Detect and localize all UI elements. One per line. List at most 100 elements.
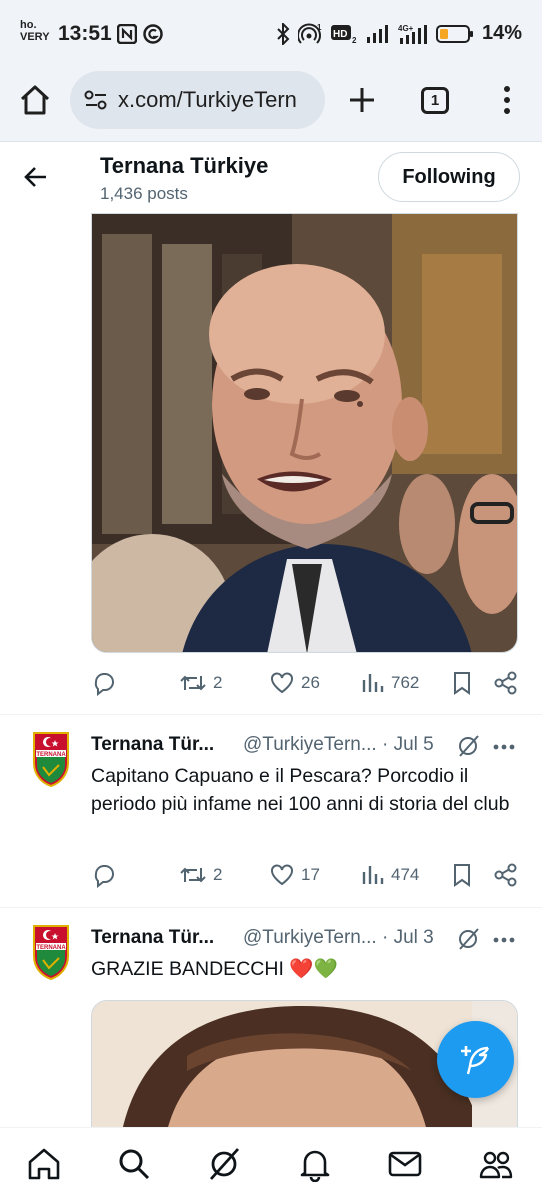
like-icon	[271, 672, 293, 694]
tweet-actions: 2 17 474	[91, 862, 521, 892]
date-separator: ·	[381, 927, 389, 948]
views-button[interactable]: 762	[361, 670, 419, 696]
battery-percentage: 14%	[481, 22, 522, 44]
status-bar: ho. VERY 13:51 1 HD 2 4G+ 14%	[0, 0, 542, 64]
reply-icon	[94, 865, 114, 888]
url-text[interactable]: x.com/TurkiyeTern	[118, 87, 297, 113]
notifications-icon[interactable]	[297, 1146, 333, 1182]
battery-icon	[435, 24, 473, 43]
tweet-header: Ternana Tür... @TurkiyeTern... · Jul 5	[91, 734, 521, 760]
retweet-count: 2	[213, 865, 223, 884]
more-options-icon[interactable]	[493, 744, 515, 750]
messages-icon[interactable]	[387, 1146, 423, 1182]
svg-text:1: 1	[317, 23, 322, 32]
reply-icon	[94, 673, 114, 696]
profile-name: Ternana Türkiye	[100, 153, 269, 178]
views-icon	[362, 674, 384, 692]
svg-text:4G+: 4G+	[398, 24, 414, 33]
share-icon	[494, 671, 517, 695]
tweet-text: GRAZIE BANDECCHI ❤️💚	[91, 958, 338, 980]
post-count: 1,436 posts	[100, 184, 188, 203]
svg-text:HD: HD	[333, 29, 347, 40]
system-icons: 1 HD 2 4G+ 14%	[276, 22, 522, 45]
retweet-button[interactable]: 2	[179, 862, 222, 888]
tweet-photo[interactable]	[91, 213, 518, 653]
view-count: 474	[391, 865, 420, 884]
author-name[interactable]: Ternana Tür...	[91, 734, 214, 756]
like-button[interactable]: 26	[269, 670, 320, 696]
tweet-date: Jul 3	[393, 927, 434, 948]
tweet-divider	[0, 714, 542, 715]
reply-button[interactable]	[91, 670, 117, 696]
new-tab-button[interactable]	[346, 84, 378, 116]
communities-icon[interactable]	[478, 1146, 514, 1182]
browser-toolbar: x.com/TurkiyeTern 1	[0, 64, 542, 142]
svg-text:TERNANA: TERNANA	[36, 945, 66, 951]
profile-header: Ternana Türkiye 1,436 posts Following	[0, 143, 542, 213]
compose-feather-icon	[460, 1045, 489, 1074]
back-arrow-icon[interactable]	[22, 163, 50, 191]
bookmark-icon	[454, 864, 470, 887]
views-button[interactable]: 474	[361, 862, 419, 888]
author-handle-date[interactable]: @TurkiyeTern... · Jul 3	[243, 927, 434, 949]
like-button[interactable]: 17	[269, 862, 320, 888]
tweet-date: Jul 5	[393, 734, 434, 755]
carrier-line2: VERY	[20, 31, 50, 43]
bottom-navigation	[0, 1127, 542, 1200]
like-count: 17	[301, 865, 320, 884]
author-avatar[interactable]: TERNANA	[31, 924, 71, 980]
tweet-header: Ternana Tür... @TurkiyeTern... · Jul 3	[91, 927, 521, 953]
tweet-divider	[0, 907, 542, 908]
bluetooth-icon	[277, 22, 290, 45]
notification-icons	[117, 24, 163, 44]
retweet-icon	[180, 675, 206, 691]
signal-icon	[366, 24, 388, 43]
bookmark-icon	[454, 672, 470, 695]
home-button[interactable]	[18, 83, 52, 117]
author-handle-date[interactable]: @TurkiyeTern... · Jul 5	[243, 734, 434, 756]
views-icon	[362, 866, 384, 884]
tab-switcher-button[interactable]: 1	[421, 87, 449, 114]
search-icon[interactable]	[116, 1146, 152, 1182]
retweet-button[interactable]: 2	[179, 670, 222, 696]
signal-4g-icon: 4G+	[398, 24, 427, 44]
share-icon	[494, 863, 517, 887]
address-bar[interactable]: x.com/TurkiyeTern	[70, 71, 325, 129]
like-icon	[271, 864, 293, 886]
grok-icon[interactable]	[207, 1146, 243, 1182]
author-name[interactable]: Ternana Tür...	[91, 927, 214, 949]
date-separator: ·	[381, 734, 389, 755]
more-menu-icon[interactable]	[497, 84, 517, 116]
grok-icon[interactable]	[457, 927, 481, 951]
author-handle: @TurkiyeTern...	[243, 927, 377, 948]
view-count: 762	[391, 673, 420, 692]
share-button[interactable]	[493, 862, 519, 888]
share-button[interactable]	[493, 670, 519, 696]
app-notification-icon	[143, 24, 163, 44]
site-settings-icon[interactable]	[84, 89, 108, 111]
bookmark-button[interactable]	[451, 670, 473, 696]
reply-button[interactable]	[91, 862, 117, 888]
author-handle: @TurkiyeTern...	[243, 734, 377, 755]
retweet-icon	[180, 867, 206, 883]
hd-voice-icon: HD 2	[330, 24, 357, 45]
grok-icon[interactable]	[457, 734, 481, 758]
carrier-label: ho. VERY	[20, 19, 50, 43]
like-count: 26	[301, 673, 320, 692]
retweet-count: 2	[213, 673, 223, 692]
tweet-text: Capitano Capuano e il Pescara? Porcodio …	[91, 765, 510, 815]
svg-text:2: 2	[352, 36, 357, 45]
clock: 13:51	[58, 22, 112, 45]
home-icon[interactable]	[26, 1146, 62, 1182]
bookmark-button[interactable]	[451, 862, 473, 888]
following-button[interactable]: Following	[378, 152, 520, 202]
nfc-icon	[117, 24, 137, 44]
svg-text:TERNANA: TERNANA	[36, 752, 66, 758]
compose-post-button[interactable]	[437, 1021, 514, 1098]
tweet-actions: 2 26 762	[91, 670, 521, 700]
carrier-line1: ho.	[20, 19, 37, 31]
hotspot-icon: 1	[297, 23, 322, 44]
more-options-icon[interactable]	[493, 937, 515, 943]
man-photo-image	[92, 214, 517, 652]
author-avatar[interactable]: TERNANA	[31, 731, 71, 787]
